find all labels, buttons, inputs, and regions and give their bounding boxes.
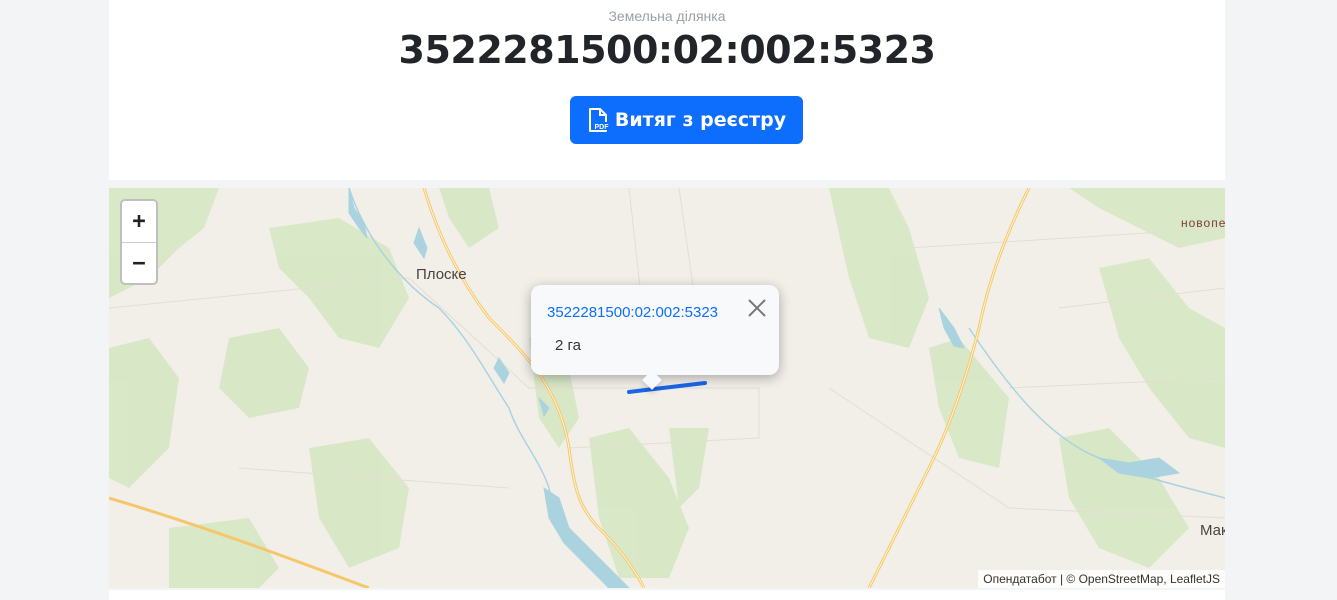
map-attribution[interactable]: Опендатабот | © OpenStreetMap, LeafletJS <box>978 570 1225 588</box>
zoom-in-button[interactable]: + <box>122 201 156 243</box>
map-tiles <box>109 188 1225 588</box>
parcel-map[interactable]: Плоске новопе Мак + − 3522281500:02:002:… <box>109 188 1225 588</box>
page-subtitle: Земельна ділянка <box>608 8 726 24</box>
extract-button-label: Витяг з реєстру <box>614 109 787 131</box>
popup-area-text: 2 га <box>555 337 581 354</box>
popup-parcel-link[interactable]: 3522281500:02:002:5323 <box>547 304 718 321</box>
page-title: 3522281500:02:002:5323 <box>398 28 936 72</box>
pdf-file-icon: PDF <box>587 108 609 132</box>
bottom-card <box>109 590 1225 600</box>
zoom-control: + − <box>120 199 158 285</box>
place-label-plosk: Плоске <box>416 266 467 283</box>
place-label-mak: Мак <box>1200 522 1225 539</box>
place-label-novope: новопе <box>1181 216 1225 230</box>
zoom-out-button[interactable]: − <box>122 243 156 283</box>
extract-download-button[interactable]: PDF Витяг з реєстру <box>570 96 803 144</box>
parcel-popup: 3522281500:02:002:5323 2 га <box>531 285 779 390</box>
close-icon[interactable] <box>745 296 769 320</box>
parcel-header-card: Земельна ділянка 3522281500:02:002:5323 … <box>109 0 1225 180</box>
svg-text:PDF: PDF <box>594 124 609 131</box>
